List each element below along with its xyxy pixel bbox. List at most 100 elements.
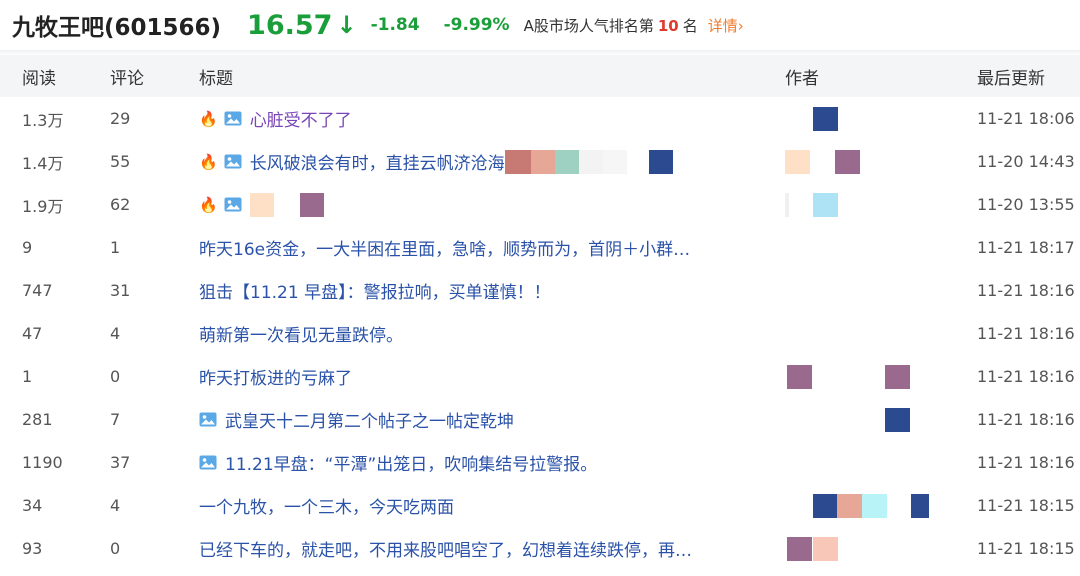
post-title-cell: 狙击【11.21 早盘】：警报拉响，买单谨慎！！ (199, 278, 769, 303)
redacted-author-pixel (785, 192, 789, 217)
image-icon (224, 111, 242, 126)
post-title-cell: 🔥 长风破浪会有时，直挂云帆济沧海 (199, 149, 769, 174)
column-header-comments: 评论 (110, 68, 144, 89)
comment-count: 55 (110, 152, 131, 171)
post-title-cell: 昨天打板进的亏麻了 (199, 364, 769, 389)
author-avatar[interactable] (785, 451, 955, 475)
redacted-author-pixel (787, 364, 812, 389)
read-count: 9 (22, 238, 33, 257)
down-arrow-icon: ↓ (336, 11, 357, 39)
redacted-title-fragment (578, 149, 603, 174)
redacted-author-pixel (911, 493, 929, 518)
post-title-link[interactable]: 11.21早盘：“平潭”出笼日，吹响集结号拉警报。 (225, 450, 597, 475)
table-row[interactable]: 1.4万 55 🔥 长风破浪会有时，直挂云帆济沧海 11-20 14:43 (0, 140, 1080, 183)
post-title-cell: 11.21早盘：“平潭”出笼日，吹响集结号拉警报。 (199, 450, 769, 475)
table-row[interactable]: 1.9万 62 🔥 11-20 13:55 (0, 183, 1080, 226)
last-updated: 11-21 18:16 (977, 453, 1075, 472)
post-title-cell: 一个九牧，一个三木，今天吃两面 (199, 493, 769, 518)
table-row[interactable]: 1 0 昨天打板进的亏麻了 11-21 18:16 (0, 355, 1080, 398)
read-count: 1 (22, 367, 33, 386)
last-updated: 11-20 14:43 (977, 152, 1075, 171)
last-updated: 11-21 18:16 (977, 410, 1075, 429)
read-count: 1190 (22, 453, 63, 472)
author-avatar[interactable] (785, 536, 955, 561)
author-avatar[interactable] (785, 493, 955, 518)
column-header-author: 作者 (785, 69, 819, 89)
author-avatar[interactable] (785, 192, 955, 217)
author-avatar[interactable] (785, 106, 955, 131)
fire-icon: 🔥 (199, 109, 218, 128)
image-icon (224, 197, 242, 212)
read-count: 1.3万 (22, 110, 64, 130)
redacted-author-pixel (813, 536, 838, 561)
author-avatar[interactable] (785, 322, 955, 346)
redacted-author-pixel (885, 364, 910, 389)
detail-link[interactable]: 详情› (708, 15, 744, 36)
comment-count: 62 (110, 195, 131, 214)
chevron-right-icon: › (737, 16, 744, 35)
read-count: 47 (22, 324, 43, 343)
post-title-link[interactable]: 昨天16e资金，一大半困在里面，急啥，顺势而为，首阴＋小群… (199, 235, 690, 260)
table-row[interactable]: 1190 37 11.21早盘：“平潭”出笼日，吹响集结号拉警报。 11-21 … (0, 441, 1080, 484)
redacted-title-fragment (249, 192, 274, 217)
post-title-link[interactable]: 狙击【11.21 早盘】：警报拉响，买单谨慎！！ (199, 278, 551, 303)
post-title-cell: 🔥 (199, 192, 769, 217)
table-row[interactable]: 93 0 已经下车的，就走吧，不用来股吧唱空了，幻想着连续跌停，再… 11-21… (0, 527, 1080, 570)
table-row[interactable]: 9 1 昨天16e资金，一大半困在里面，急啥，顺势而为，首阴＋小群… 11-21… (0, 226, 1080, 269)
comment-count: 4 (110, 496, 121, 515)
fire-icon: 🔥 (199, 195, 218, 214)
post-list: 1.3万 29 🔥 心脏受不了了 11-21 18:06 1.4万 55 🔥 长风破… (0, 97, 1080, 570)
post-title-link[interactable]: 武皇天十二月第二个帖子之一帖定乾坤 (225, 407, 514, 432)
post-title-link[interactable]: 长风破浪会有时，直挂云帆济沧海 (250, 149, 505, 174)
fire-icon: 🔥 (199, 152, 218, 171)
redacted-author-pixel (813, 192, 838, 217)
redacted-author-pixel (785, 149, 810, 174)
popularity-rank: A股市场人气排名第 10 名 (524, 15, 698, 36)
comment-count: 4 (110, 324, 121, 343)
table-row[interactable]: 747 31 狙击【11.21 早盘】：警报拉响，买单谨慎！！ 11-21 18… (0, 269, 1080, 312)
comment-count: 0 (110, 539, 121, 558)
read-count: 34 (22, 496, 43, 515)
post-title-link[interactable]: 心脏受不了了 (250, 106, 352, 131)
read-count: 93 (22, 539, 43, 558)
post-title-link[interactable]: 已经下车的，就走吧，不用来股吧唱空了，幻想着连续跌停，再… (199, 536, 692, 561)
author-avatar[interactable] (785, 236, 955, 260)
last-updated: 11-21 18:06 (977, 109, 1075, 128)
redacted-title-fragment (554, 149, 579, 174)
author-avatar[interactable] (785, 364, 955, 389)
last-updated: 11-21 18:16 (977, 367, 1075, 386)
table-row[interactable]: 1.3万 29 🔥 心脏受不了了 11-21 18:06 (0, 97, 1080, 140)
redacted-author-pixel (837, 493, 862, 518)
table-row[interactable]: 34 4 一个九牧，一个三木，今天吃两面 11-21 18:15 (0, 484, 1080, 527)
last-updated: 11-21 18:17 (977, 238, 1075, 257)
redacted-author-pixel (787, 536, 812, 561)
redacted-author-pixel (813, 106, 838, 131)
comment-count: 1 (110, 238, 121, 257)
post-title-link[interactable]: 一个九牧，一个三木，今天吃两面 (199, 493, 454, 518)
post-title-cell: 已经下车的，就走吧，不用来股吧唱空了，幻想着连续跌停，再… (199, 536, 769, 561)
stock-name[interactable]: 九牧王吧(601566) (12, 8, 221, 42)
table-row[interactable]: 47 4 萌新第一次看见无量跌停。 11-21 18:16 (0, 312, 1080, 355)
redacted-title-fragment (504, 149, 531, 174)
column-header-read: 阅读 (22, 68, 56, 89)
last-updated: 11-21 18:16 (977, 281, 1075, 300)
author-avatar[interactable] (785, 149, 955, 174)
read-count: 1.9万 (22, 196, 64, 216)
redacted-author-pixel (835, 149, 860, 174)
read-count: 1.4万 (22, 153, 64, 173)
post-title-link[interactable]: 萌新第一次看见无量跌停。 (199, 321, 403, 346)
redacted-author-pixel (885, 407, 910, 432)
rank-prefix: A股市场人气排名第 (523, 16, 654, 35)
detail-label: 详情 (707, 16, 738, 35)
author-avatar[interactable] (785, 279, 955, 303)
last-updated: 11-21 18:15 (977, 496, 1075, 515)
price-change-percent: -9.99% (443, 15, 510, 35)
image-icon (199, 412, 217, 427)
last-updated: 11-21 18:15 (977, 539, 1075, 558)
post-title-link[interactable]: 昨天打板进的亏麻了 (199, 364, 352, 389)
redacted-author-pixel (862, 493, 887, 518)
read-count: 747 (22, 281, 53, 300)
table-row[interactable]: 281 7 武皇天十二月第二个帖子之一帖定乾坤 11-21 18:16 (0, 398, 1080, 441)
author-avatar[interactable] (785, 407, 955, 432)
post-title-cell: 昨天16e资金，一大半困在里面，急啥，顺势而为，首阴＋小群… (199, 235, 769, 260)
